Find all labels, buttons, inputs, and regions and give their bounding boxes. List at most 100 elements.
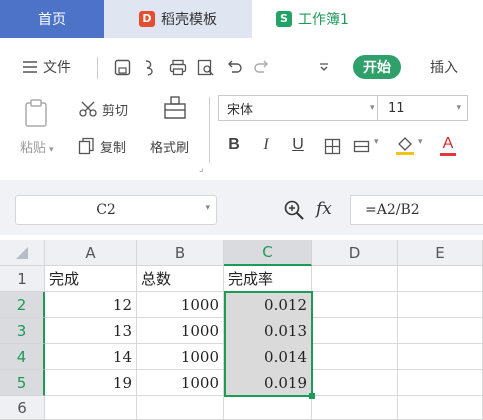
cell-a6[interactable] [45,396,137,420]
cell-a4[interactable]: 14 [45,344,137,370]
menu-divider [97,57,98,79]
file-menu-button[interactable]: 文件 [22,55,71,79]
cell-c5[interactable]: 0.019 [224,370,312,396]
name-box-dropdown-icon: ▾ [205,203,210,213]
tab-templates-label: 稻壳模板 [161,12,217,28]
cell-value: 完成率 [228,270,274,288]
cell-value: 0.019 [264,373,307,392]
clipboard-expand-icon[interactable]: ⌟ [199,163,204,174]
cell-value: 0.013 [264,321,307,340]
name-box-value: C2 [96,202,116,218]
font-name-select[interactable]: 宋体 [218,95,378,121]
cell-a1[interactable]: 完成 [45,266,137,292]
font-size-value: 11 [388,100,405,116]
formula-input[interactable]: =A2/B2 [350,195,483,225]
cell-b1[interactable]: 总数 [137,266,224,292]
row-header-1[interactable]: 1 [0,266,45,292]
cell-value: 13 [112,321,132,340]
copy-icon [78,137,94,155]
zoom-search-icon[interactable] [282,198,306,222]
row-header-3[interactable]: 3 [0,318,45,344]
cell-e3[interactable] [398,318,483,344]
fill-dropdown-icon[interactable]: ▾ [374,137,379,147]
paste-button[interactable]: 粘贴 ▾ [20,137,54,156]
cell-value: 完成 [49,270,80,288]
underline-button[interactable]: U [290,134,306,156]
cell-d1[interactable] [312,266,398,292]
cell-e2[interactable] [398,292,483,318]
undo-icon[interactable] [224,56,244,78]
quick-access-dropdown-icon[interactable] [316,56,332,78]
column-header-c[interactable]: C [224,240,312,266]
underline-label: U [292,136,304,153]
tab-insert[interactable]: 插入 [430,55,458,79]
paste-icon[interactable] [22,96,50,130]
cell-d2[interactable] [312,292,398,318]
row-header-2[interactable]: 2 [0,292,45,318]
column-header-label: D [348,243,361,262]
tab-home-label: 首页 [38,12,66,28]
print-preview-icon[interactable] [196,56,216,78]
column-header-d[interactable]: D [312,240,398,266]
fill-color-dropdown-icon[interactable]: ▾ [418,137,423,147]
cell-c2[interactable]: 0.012 [224,292,312,318]
font-name-dropdown-icon: ▾ [370,103,375,113]
cell-b3[interactable]: 1000 [137,318,224,344]
cell-c6[interactable] [224,396,312,420]
cell-d3[interactable] [312,318,398,344]
name-box[interactable]: C2 ▾ [15,195,217,225]
borders-icon[interactable] [322,136,342,156]
cell-b2[interactable]: 1000 [137,292,224,318]
file-menu-label: 文件 [43,60,71,76]
cell-a3[interactable]: 13 [45,318,137,344]
select-all-triangle-icon [16,246,28,259]
fill-format-icon[interactable] [352,136,374,156]
tab-templates[interactable]: D 稻壳模板 [104,0,252,38]
fill-handle[interactable] [309,393,315,399]
redo-icon[interactable] [252,56,272,78]
scissors-icon [79,101,97,117]
cell-a5[interactable]: 19 [45,370,137,396]
tab-home[interactable]: 首页 [0,0,104,38]
font-color-button[interactable]: A [440,132,456,158]
fill-color-icon[interactable] [394,134,416,156]
column-header-a[interactable]: A [45,240,137,266]
bold-button[interactable]: B [226,134,242,156]
cell-b5[interactable]: 1000 [137,370,224,396]
font-size-select[interactable]: ▾ 11 ▾ [370,95,468,121]
copy-button[interactable]: 复制 [78,135,126,157]
cell-value: 14 [112,347,132,366]
print-icon[interactable] [168,56,188,78]
row-header-4[interactable]: 4 [0,344,45,370]
row-header-6[interactable]: 6 [0,396,45,420]
font-color-letter: A [442,134,454,152]
save-icon[interactable] [112,56,132,78]
cell-c3[interactable]: 0.013 [224,318,312,344]
tab-start[interactable]: 开始 [353,55,401,79]
italic-button[interactable]: I [258,134,274,156]
export-pdf-icon[interactable] [140,56,160,78]
column-header-e[interactable]: E [398,240,483,266]
row-header-5[interactable]: 5 [0,370,45,396]
cut-label: 剪切 [102,103,129,119]
cell-e6[interactable] [398,396,483,420]
cell-e4[interactable] [398,344,483,370]
tab-workbook[interactable]: S 工作簿1 [252,0,483,38]
select-all-corner[interactable] [0,240,45,266]
cell-c1[interactable]: 完成率 [224,266,312,292]
cell-d4[interactable] [312,344,398,370]
cell-a2[interactable]: 12 [45,292,137,318]
insert-function-button[interactable]: fx [316,196,332,222]
cell-c4[interactable]: 0.014 [224,344,312,370]
column-header-b[interactable]: B [137,240,224,266]
cell-b6[interactable] [137,396,224,420]
cell-e1[interactable] [398,266,483,292]
cut-button[interactable]: 剪切 [78,98,128,120]
cell-e5[interactable] [398,370,483,396]
format-painter-button[interactable]: 格式刷 [150,135,189,157]
cell-b4[interactable]: 1000 [137,344,224,370]
font-color-swatch [440,152,456,156]
cell-d5[interactable] [312,370,398,396]
format-painter-icon[interactable] [160,94,190,122]
cell-d6[interactable] [312,396,398,420]
